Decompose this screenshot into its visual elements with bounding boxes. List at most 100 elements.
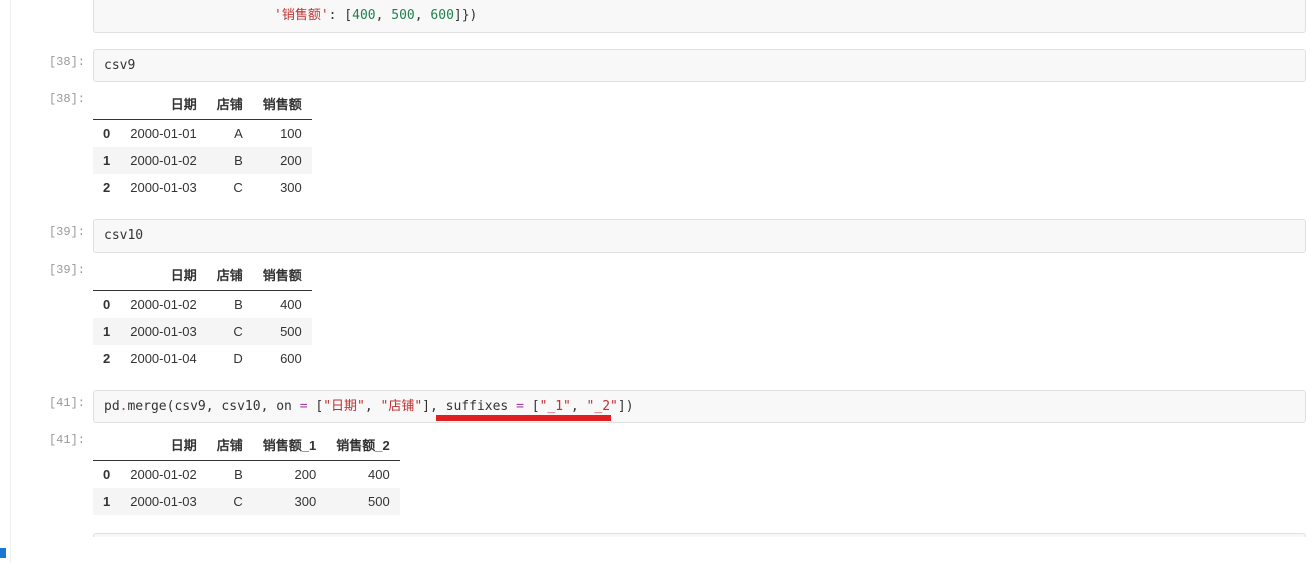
code-token: "店铺"	[381, 399, 423, 414]
code-token: )	[626, 399, 634, 414]
table-header: 店铺	[207, 259, 253, 291]
dataframe-table-csv9: 日期 店铺 销售额 0 2000-01-01 A 100 1 2000-01-0…	[93, 88, 312, 201]
code-token: csv10	[221, 399, 260, 414]
annotation-underline	[436, 415, 611, 421]
table-header: 销售额_1	[253, 429, 326, 461]
table-header: 日期	[120, 429, 207, 461]
table-header: 销售额	[253, 88, 312, 120]
table-cell: 2000-01-02	[120, 461, 207, 489]
output-cell-41: [41]: 日期 店铺 销售额_1 销售额_2 0 2000-01-02 B 2…	[19, 427, 1306, 529]
row-index: 1	[93, 147, 120, 174]
table-row: 0 2000-01-02 B 200 400	[93, 461, 400, 489]
notebook-container: '销售额': [400, 500, 600]}) [38]: csv9 [38]…	[10, 0, 1314, 563]
code-token: ,	[261, 399, 277, 414]
table-header: 店铺	[207, 88, 253, 120]
row-index: 2	[93, 345, 120, 372]
row-index: 0	[93, 120, 120, 148]
table-cell: 2000-01-02	[120, 290, 207, 318]
code-token: =	[508, 399, 531, 414]
code-fragment[interactable]: '销售额': [400, 500, 600]})	[93, 0, 1306, 33]
code-token: on	[276, 399, 292, 414]
table-header	[93, 88, 120, 120]
table-cell: 2000-01-03	[120, 174, 207, 201]
table-cell: 200	[253, 461, 326, 489]
table-cell: B	[207, 461, 253, 489]
row-index: 0	[93, 290, 120, 318]
table-header: 销售额_2	[326, 429, 399, 461]
table-cell: 2000-01-04	[120, 345, 207, 372]
table-cell: C	[207, 318, 253, 345]
table-cell: A	[207, 120, 253, 148]
table-cell: 2000-01-02	[120, 147, 207, 174]
row-index: 1	[93, 488, 120, 515]
table-row: 2 2000-01-03 C 300	[93, 174, 312, 201]
prompt-out-41: [41]:	[19, 427, 93, 447]
code-token: merge	[127, 399, 166, 414]
table-cell: 400	[326, 461, 399, 489]
output-cell-38: [38]: 日期 店铺 销售额 0 2000-01-01 A 100	[19, 86, 1306, 215]
table-cell: C	[207, 174, 253, 201]
table-cell: 200	[253, 147, 312, 174]
code-token: suffixes	[446, 399, 509, 414]
code-token: ]	[618, 399, 626, 414]
table-header: 日期	[120, 259, 207, 291]
table-header: 店铺	[207, 429, 253, 461]
code-input-39[interactable]: csv10	[93, 219, 1306, 253]
code-token: ]})	[454, 8, 477, 23]
table-cell: 2000-01-03	[120, 318, 207, 345]
code-token: ,	[365, 399, 381, 414]
code-token: 500	[391, 8, 414, 23]
code-input-next[interactable]	[93, 533, 1306, 537]
table-cell: B	[207, 147, 253, 174]
row-index: 1	[93, 318, 120, 345]
code-input-41[interactable]: pd.merge(csv9, csv10, on = ["日期", "店铺"],…	[93, 390, 1306, 424]
dataframe-table-merged: 日期 店铺 销售额_1 销售额_2 0 2000-01-02 B 200 400…	[93, 429, 400, 515]
table-header	[93, 429, 120, 461]
table-cell: 600	[253, 345, 312, 372]
table-cell: 2000-01-01	[120, 120, 207, 148]
table-cell: B	[207, 290, 253, 318]
code-token: ,	[430, 399, 446, 414]
table-cell: 400	[253, 290, 312, 318]
code-cell-41: [41]: pd.merge(csv9, csv10, on = ["日期", …	[19, 390, 1306, 424]
code-token: "_1"	[540, 399, 571, 414]
table-row: 1 2000-01-02 B 200	[93, 147, 312, 174]
code-cell-39: [39]: csv10	[19, 219, 1306, 253]
code-cell-38: [38]: csv9	[19, 49, 1306, 83]
prompt-out-39: [39]:	[19, 257, 93, 277]
code-input-38[interactable]: csv9	[93, 49, 1306, 83]
code-cell-top-fragment: '销售额': [400, 500, 600]})	[19, 0, 1306, 33]
row-index: 0	[93, 461, 120, 489]
table-cell: 500	[253, 318, 312, 345]
table-row: 0 2000-01-01 A 100	[93, 120, 312, 148]
prompt-top	[19, 0, 93, 6]
code-token: =	[292, 399, 315, 414]
table-header: 日期	[120, 88, 207, 120]
table-cell: C	[207, 488, 253, 515]
table-header	[93, 259, 120, 291]
table-cell: 2000-01-03	[120, 488, 207, 515]
code-token: '销售额'	[274, 8, 329, 23]
code-token: : [	[329, 8, 352, 23]
code-token: 400	[352, 8, 375, 23]
code-token: ,	[206, 399, 222, 414]
table-cell: 100	[253, 120, 312, 148]
table-row: 1 2000-01-03 C 500	[93, 318, 312, 345]
table-cell: 300	[253, 488, 326, 515]
prompt-out-38: [38]:	[19, 86, 93, 106]
code-token: pd	[104, 399, 120, 414]
table-header-row: 日期 店铺 销售额_1 销售额_2	[93, 429, 400, 461]
code-token: 600	[430, 8, 453, 23]
output-cell-39: [39]: 日期 店铺 销售额 0 2000-01-02 B 400	[19, 257, 1306, 386]
code-cell-next	[19, 533, 1306, 539]
row-index: 2	[93, 174, 120, 201]
table-row: 0 2000-01-02 B 400	[93, 290, 312, 318]
code-token: ,	[571, 399, 587, 414]
table-header-row: 日期 店铺 销售额	[93, 88, 312, 120]
table-header: 销售额	[253, 259, 312, 291]
table-header-row: 日期 店铺 销售额	[93, 259, 312, 291]
dataframe-table-csv10: 日期 店铺 销售额 0 2000-01-02 B 400 1 2000-01-0…	[93, 259, 312, 372]
code-token: [	[532, 399, 540, 414]
selection-indicator	[0, 548, 6, 558]
table-row: 2 2000-01-04 D 600	[93, 345, 312, 372]
